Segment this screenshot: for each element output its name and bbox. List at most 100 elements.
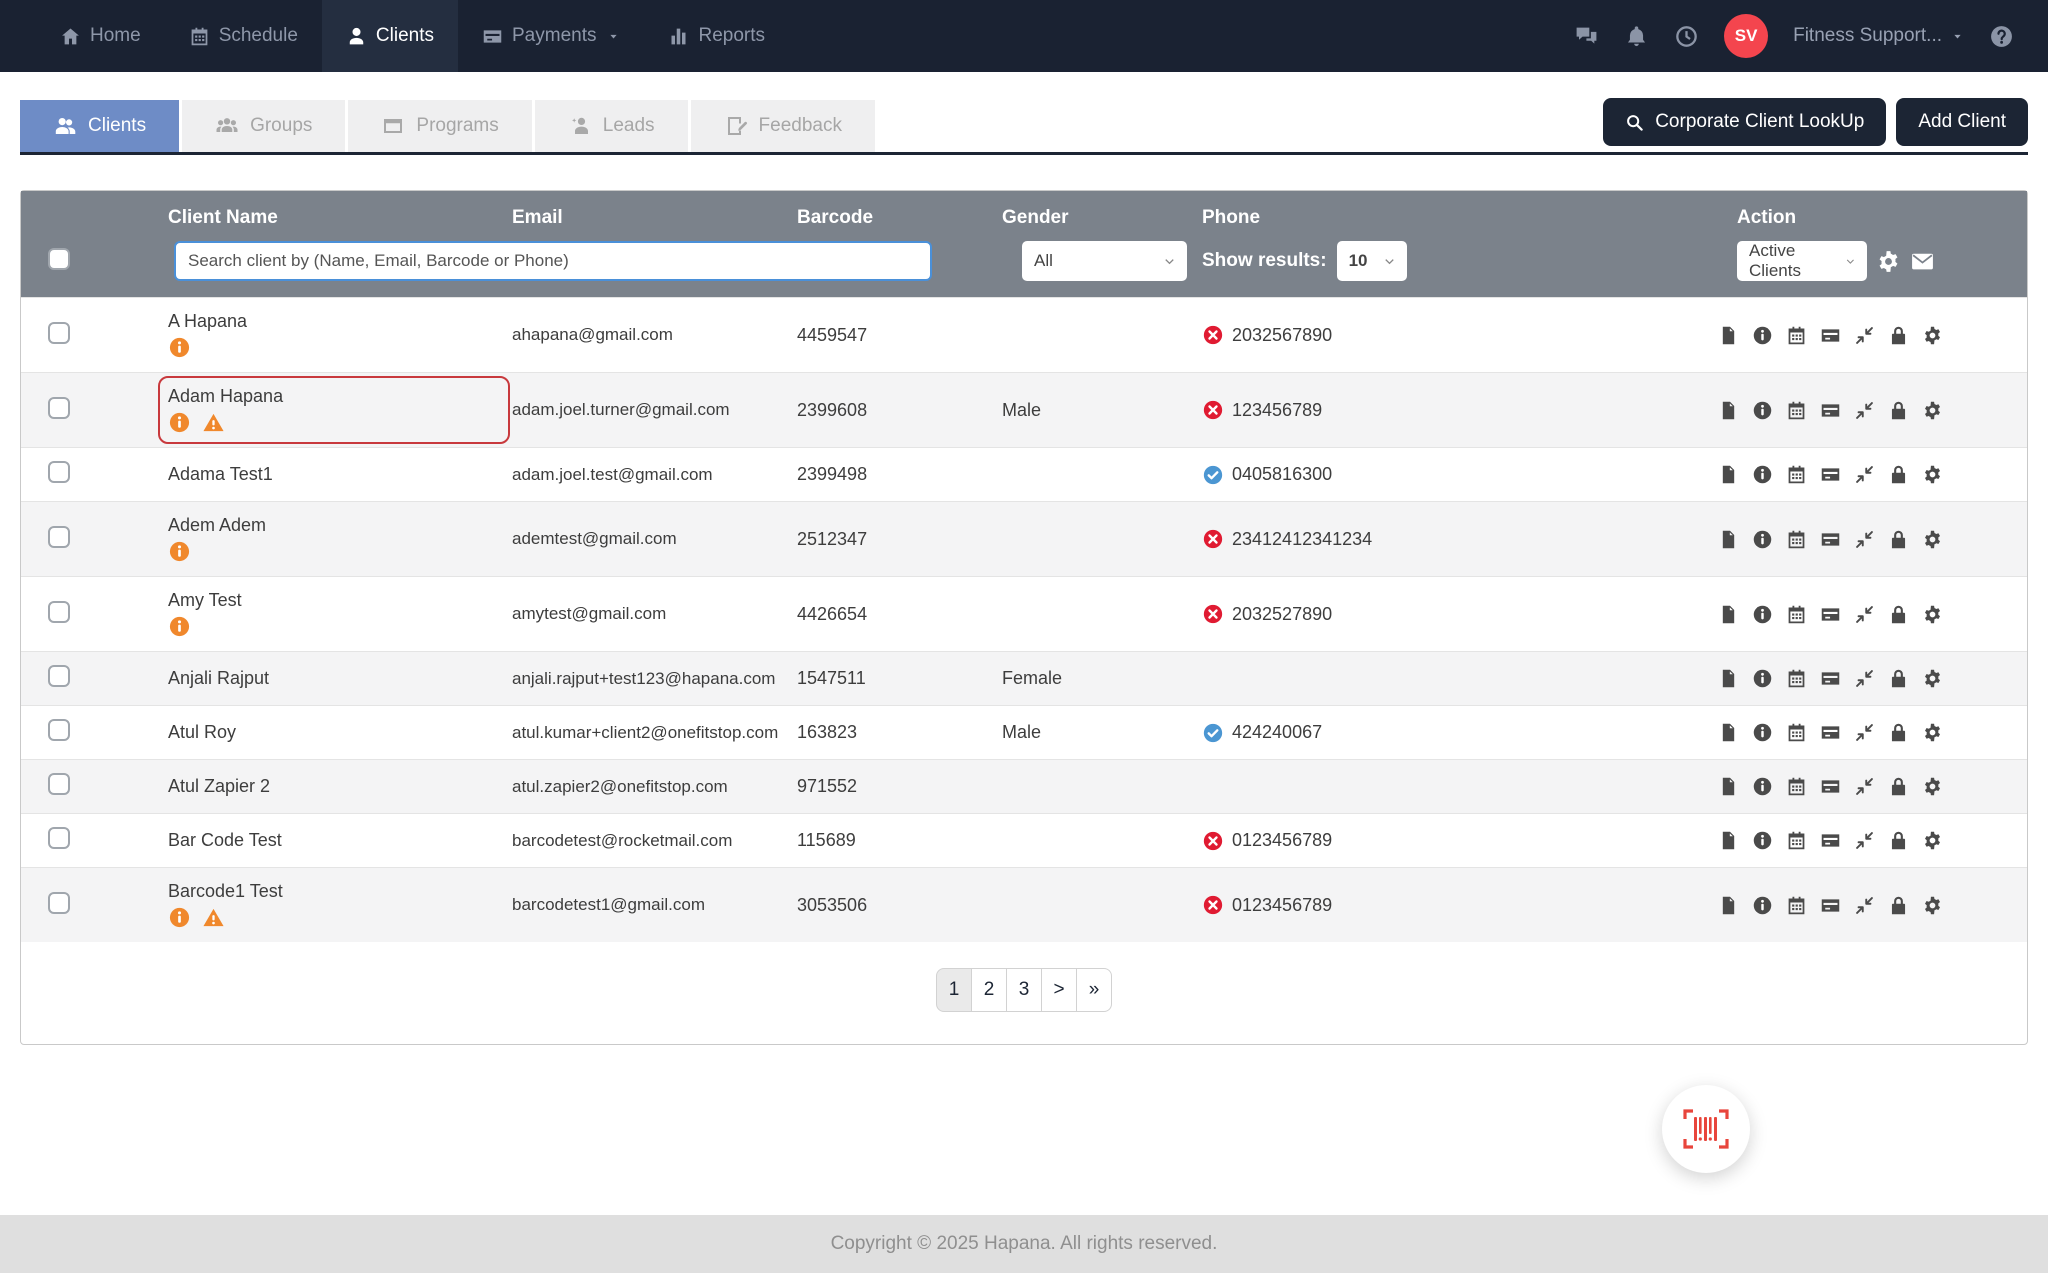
settings-icon[interactable] — [1922, 400, 1943, 421]
settings-icon[interactable] — [1922, 722, 1943, 743]
row-checkbox[interactable] — [48, 827, 70, 849]
notes-icon[interactable] — [1718, 895, 1739, 916]
settings-icon[interactable] — [1922, 529, 1943, 550]
info-icon[interactable] — [1752, 325, 1773, 346]
payment-card-icon[interactable] — [1820, 895, 1841, 916]
row-checkbox[interactable] — [48, 665, 70, 687]
gender-filter[interactable]: All — [1022, 241, 1187, 281]
calendar-icon[interactable] — [1786, 400, 1807, 421]
settings-icon[interactable] — [1922, 895, 1943, 916]
merge-icon[interactable] — [1854, 668, 1875, 689]
lock-icon[interactable] — [1888, 722, 1909, 743]
account-menu[interactable]: Fitness Support... — [1793, 25, 1964, 47]
show-results-select[interactable]: 10 — [1336, 241, 1407, 281]
merge-icon[interactable] — [1854, 776, 1875, 797]
nav-item-reports[interactable]: Reports — [644, 0, 789, 72]
client-list-filter[interactable]: Active Clients — [1737, 241, 1867, 281]
row-checkbox[interactable] — [48, 525, 70, 548]
info-icon[interactable] — [168, 411, 191, 434]
lock-icon[interactable] — [1888, 325, 1909, 346]
payment-card-icon[interactable] — [1820, 604, 1841, 625]
settings-icon[interactable] — [1922, 604, 1943, 625]
row-checkbox[interactable] — [48, 461, 70, 483]
chat-icon[interactable] — [1574, 24, 1599, 49]
corporate-client-lookup-button[interactable]: Corporate Client LookUp — [1603, 98, 1887, 146]
page-next[interactable]: > — [1041, 968, 1077, 1012]
calendar-icon[interactable] — [1786, 604, 1807, 625]
merge-icon[interactable] — [1854, 830, 1875, 851]
tab-programs[interactable]: Programs — [348, 100, 532, 152]
calendar-icon[interactable] — [1786, 668, 1807, 689]
email-icon[interactable] — [1910, 249, 1935, 274]
info-icon[interactable] — [1752, 830, 1773, 851]
page-1[interactable]: 1 — [936, 968, 972, 1012]
payment-card-icon[interactable] — [1820, 668, 1841, 689]
avatar[interactable]: SV — [1724, 14, 1769, 58]
help-icon[interactable] — [1989, 24, 2014, 49]
notes-icon[interactable] — [1718, 529, 1739, 550]
lock-icon[interactable] — [1888, 529, 1909, 550]
merge-icon[interactable] — [1854, 604, 1875, 625]
add-client-button[interactable]: Add Client — [1896, 98, 2028, 146]
clock-icon[interactable] — [1674, 24, 1699, 49]
row-checkbox[interactable] — [48, 719, 70, 741]
merge-icon[interactable] — [1854, 895, 1875, 916]
info-icon[interactable] — [168, 540, 191, 563]
payment-card-icon[interactable] — [1820, 830, 1841, 851]
merge-icon[interactable] — [1854, 529, 1875, 550]
lock-icon[interactable] — [1888, 464, 1909, 485]
row-checkbox[interactable] — [48, 600, 70, 623]
nav-item-payments[interactable]: Payments — [458, 0, 644, 72]
notes-icon[interactable] — [1718, 400, 1739, 421]
info-icon[interactable] — [1752, 776, 1773, 797]
merge-icon[interactable] — [1854, 325, 1875, 346]
tab-clients[interactable]: Clients — [20, 100, 180, 152]
settings-icon[interactable] — [1922, 830, 1943, 851]
lock-icon[interactable] — [1888, 604, 1909, 625]
warning-icon[interactable] — [202, 411, 225, 434]
select-all-checkbox[interactable] — [48, 247, 70, 270]
nav-item-schedule[interactable]: Schedule — [165, 0, 322, 72]
lock-icon[interactable] — [1888, 668, 1909, 689]
info-icon[interactable] — [1752, 895, 1773, 916]
tab-feedback[interactable]: Feedback — [690, 100, 875, 152]
row-checkbox[interactable] — [48, 773, 70, 795]
info-icon[interactable] — [1752, 529, 1773, 550]
lock-icon[interactable] — [1888, 776, 1909, 797]
search-input[interactable] — [174, 241, 932, 281]
info-icon[interactable] — [168, 906, 191, 929]
lock-icon[interactable] — [1888, 830, 1909, 851]
merge-icon[interactable] — [1854, 464, 1875, 485]
merge-icon[interactable] — [1854, 722, 1875, 743]
info-icon[interactable] — [1752, 722, 1773, 743]
merge-icon[interactable] — [1854, 400, 1875, 421]
info-icon[interactable] — [1752, 668, 1773, 689]
barcode-scan-button[interactable] — [1662, 1085, 1750, 1173]
row-checkbox[interactable] — [48, 891, 70, 914]
settings-icon[interactable] — [1922, 464, 1943, 485]
notes-icon[interactable] — [1718, 776, 1739, 797]
calendar-icon[interactable] — [1786, 722, 1807, 743]
info-icon[interactable] — [1752, 400, 1773, 421]
payment-card-icon[interactable] — [1820, 464, 1841, 485]
notes-icon[interactable] — [1718, 830, 1739, 851]
row-checkbox[interactable] — [48, 396, 70, 419]
lock-icon[interactable] — [1888, 400, 1909, 421]
calendar-icon[interactable] — [1786, 529, 1807, 550]
payment-card-icon[interactable] — [1820, 325, 1841, 346]
tab-leads[interactable]: Leads — [534, 100, 688, 152]
notes-icon[interactable] — [1718, 325, 1739, 346]
nav-item-home[interactable]: Home — [36, 0, 165, 72]
lock-icon[interactable] — [1888, 895, 1909, 916]
info-icon[interactable] — [1752, 464, 1773, 485]
notes-icon[interactable] — [1718, 464, 1739, 485]
calendar-icon[interactable] — [1786, 895, 1807, 916]
page-2[interactable]: 2 — [971, 968, 1007, 1012]
tab-groups[interactable]: Groups — [182, 100, 346, 152]
notes-icon[interactable] — [1718, 668, 1739, 689]
row-checkbox[interactable] — [48, 321, 70, 344]
nav-item-clients[interactable]: Clients — [321, 0, 458, 72]
payment-card-icon[interactable] — [1820, 776, 1841, 797]
payment-card-icon[interactable] — [1820, 400, 1841, 421]
warning-icon[interactable] — [202, 906, 225, 929]
